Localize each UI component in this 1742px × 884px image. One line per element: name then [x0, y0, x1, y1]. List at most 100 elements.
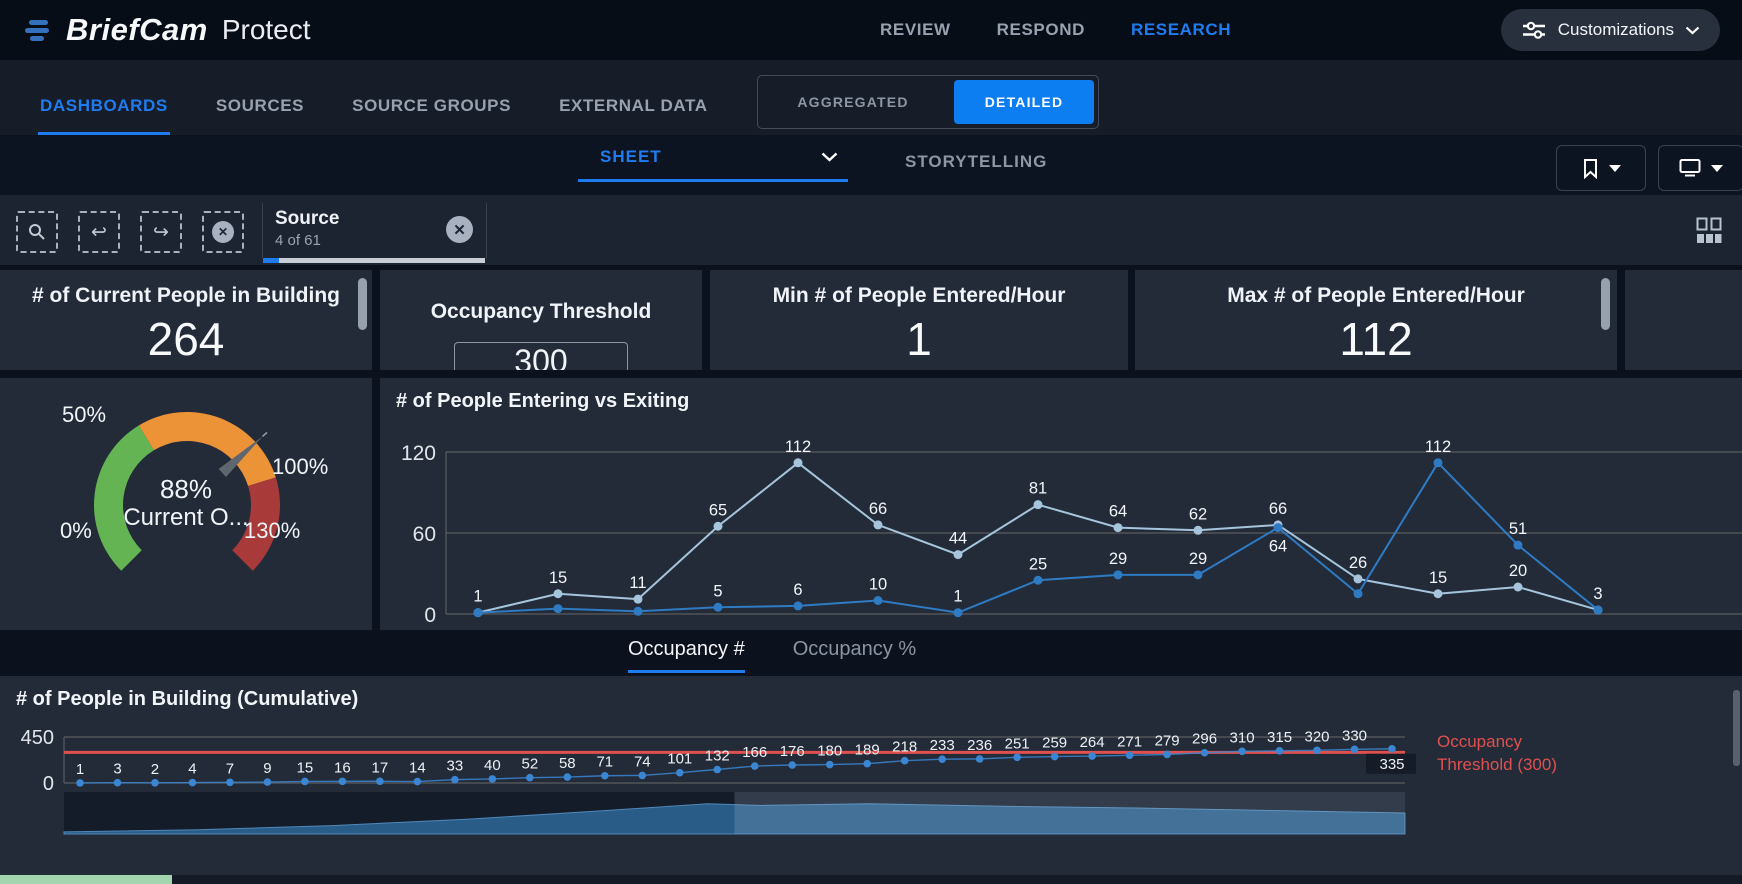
- data-point[interactable]: [489, 775, 497, 783]
- data-point[interactable]: [863, 760, 871, 768]
- clear-selections-button[interactable]: ✕: [202, 211, 244, 253]
- data-point[interactable]: [874, 596, 883, 605]
- nav-respond[interactable]: RESPOND: [997, 20, 1085, 40]
- panel-vertical-scrollbar[interactable]: [1733, 690, 1740, 766]
- data-point[interactable]: [634, 595, 643, 604]
- navigator-window[interactable]: [735, 792, 1406, 834]
- data-point[interactable]: [151, 779, 159, 787]
- data-point[interactable]: [713, 766, 721, 774]
- data-point[interactable]: [1194, 526, 1203, 535]
- nav-research[interactable]: RESEARCH: [1131, 20, 1231, 40]
- horizontal-scrollbar-thumb[interactable]: [0, 875, 172, 884]
- search-selections-button[interactable]: [16, 211, 58, 253]
- data-point[interactable]: [1114, 523, 1123, 532]
- horizontal-scrollbar-track[interactable]: [0, 875, 1742, 884]
- kpi-min-entered[interactable]: Min # of People Entered/Hour 1: [710, 270, 1128, 370]
- data-point[interactable]: [676, 769, 684, 777]
- data-point[interactable]: [189, 779, 197, 787]
- tab-sources[interactable]: SOURCES: [214, 96, 306, 135]
- tile-scrollbar[interactable]: [358, 278, 367, 330]
- data-point[interactable]: [634, 607, 643, 616]
- data-point[interactable]: [1163, 751, 1171, 759]
- bookmarks-button[interactable]: [1556, 145, 1646, 191]
- data-point[interactable]: [1354, 589, 1363, 598]
- data-point[interactable]: [226, 778, 234, 786]
- data-point[interactable]: [938, 755, 946, 763]
- tab-source-groups[interactable]: SOURCE GROUPS: [350, 96, 513, 135]
- data-point[interactable]: [451, 776, 459, 784]
- tab-occupancy-percent[interactable]: Occupancy %: [793, 638, 916, 670]
- data-point[interactable]: [526, 774, 534, 782]
- occupancy-gauge-panel[interactable]: 50% 100% 0% 130% 88% Current O...: [0, 378, 372, 630]
- data-point[interactable]: [1126, 751, 1134, 759]
- data-point[interactable]: [114, 779, 122, 787]
- data-point[interactable]: [1514, 541, 1523, 550]
- chevron-down-icon[interactable]: [821, 152, 838, 162]
- data-point[interactable]: [1194, 570, 1203, 579]
- data-point[interactable]: [1434, 458, 1443, 467]
- toggle-detailed[interactable]: DETAILED: [954, 80, 1094, 124]
- data-point[interactable]: [1274, 523, 1283, 532]
- toggle-aggregated[interactable]: AGGREGATED: [758, 94, 948, 110]
- data-point[interactable]: [901, 757, 909, 765]
- data-point[interactable]: [751, 762, 759, 770]
- data-point[interactable]: [794, 458, 803, 467]
- filter-chip-source[interactable]: Source 4 of 61 ✕: [263, 203, 485, 258]
- data-point[interactable]: [1034, 576, 1043, 585]
- data-point[interactable]: [1276, 747, 1284, 755]
- remove-filter-button[interactable]: ✕: [446, 216, 473, 243]
- data-point[interactable]: [638, 772, 646, 780]
- data-point[interactable]: [714, 522, 723, 531]
- kpi-current-people[interactable]: # of Current People in Building 264: [0, 270, 372, 370]
- data-point[interactable]: [794, 601, 803, 610]
- data-point[interactable]: [76, 779, 84, 787]
- data-point[interactable]: [554, 589, 563, 598]
- data-point[interactable]: [1388, 745, 1396, 753]
- data-point[interactable]: [1594, 605, 1603, 614]
- data-point[interactable]: [874, 520, 883, 529]
- kpi-max-entered[interactable]: Max # of People Entered/Hour 112: [1135, 270, 1617, 370]
- tab-sheet[interactable]: SHEET: [578, 147, 848, 182]
- sheet-grid-button[interactable]: [1690, 211, 1728, 249]
- data-point[interactable]: [339, 778, 347, 786]
- tab-occupancy-count[interactable]: Occupancy #: [628, 638, 745, 673]
- data-point[interactable]: [301, 778, 309, 786]
- nav-review[interactable]: REVIEW: [880, 20, 951, 40]
- step-forward-selection-button[interactable]: ↪: [140, 211, 182, 253]
- present-button[interactable]: [1658, 145, 1742, 191]
- data-point[interactable]: [1051, 753, 1059, 761]
- data-point[interactable]: [1313, 746, 1321, 754]
- data-point[interactable]: [714, 603, 723, 612]
- data-point[interactable]: [1351, 745, 1359, 753]
- data-point[interactable]: [1514, 583, 1523, 592]
- data-point[interactable]: [1201, 749, 1209, 757]
- entering-exiting-panel[interactable]: # of People Entering vs Exiting 06012011…: [380, 378, 1742, 630]
- occupancy-threshold-input[interactable]: 300: [454, 342, 628, 370]
- data-point[interactable]: [1354, 574, 1363, 583]
- data-point[interactable]: [826, 761, 834, 769]
- data-point[interactable]: [1114, 570, 1123, 579]
- data-point[interactable]: [954, 550, 963, 559]
- data-point[interactable]: [954, 608, 963, 617]
- entering-exiting-chart[interactable]: 0601201151165112664481646266261520356101…: [380, 378, 1742, 630]
- tile-scrollbar[interactable]: [1601, 278, 1610, 330]
- cumulative-panel[interactable]: # of People in Building (Cumulative) 045…: [0, 676, 1742, 875]
- data-point[interactable]: [1238, 748, 1246, 756]
- tab-storytelling[interactable]: STORYTELLING: [905, 152, 1047, 172]
- data-point[interactable]: [414, 778, 422, 786]
- data-point[interactable]: [1034, 500, 1043, 509]
- data-point[interactable]: [264, 778, 272, 786]
- data-point[interactable]: [788, 761, 796, 769]
- data-point[interactable]: [474, 608, 483, 617]
- data-point[interactable]: [376, 777, 384, 785]
- data-point[interactable]: [976, 755, 984, 763]
- tab-external-data[interactable]: EXTERNAL DATA: [557, 96, 710, 135]
- data-point[interactable]: [554, 604, 563, 613]
- data-point[interactable]: [564, 773, 572, 781]
- customizations-button[interactable]: Customizations: [1501, 9, 1720, 51]
- data-point[interactable]: [1088, 752, 1096, 760]
- data-point[interactable]: [1434, 589, 1443, 598]
- step-back-selection-button[interactable]: ↩: [78, 211, 120, 253]
- data-point[interactable]: [1013, 754, 1021, 762]
- tab-dashboards[interactable]: DASHBOARDS: [38, 96, 170, 135]
